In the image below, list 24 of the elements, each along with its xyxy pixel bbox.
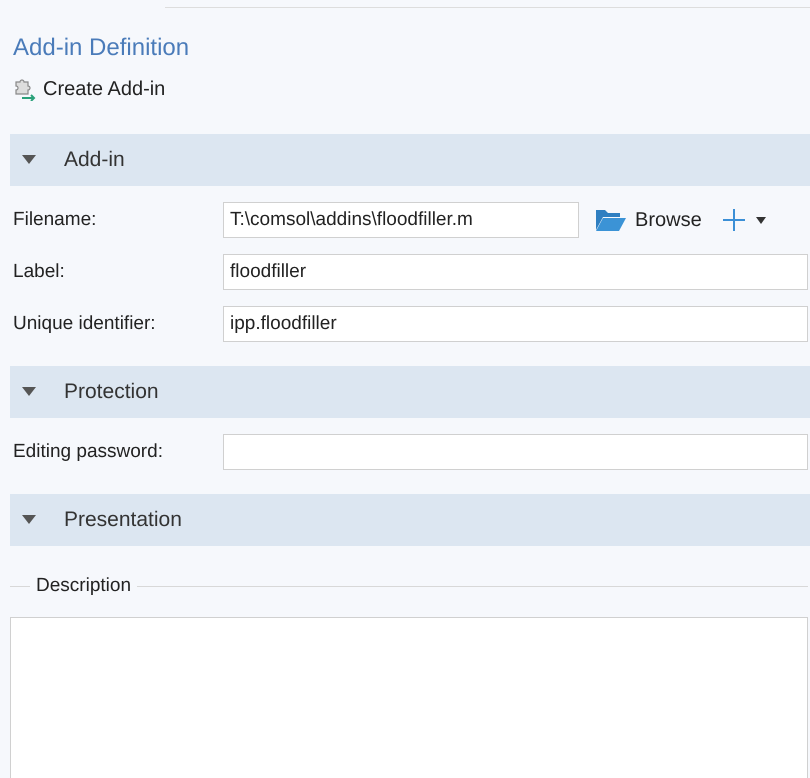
folder-icon xyxy=(595,208,627,232)
section-header[interactable]: Presentation xyxy=(10,494,810,546)
password-field[interactable] xyxy=(223,434,808,470)
panel-title: Add-in Definition xyxy=(13,33,190,63)
group-legend: Description xyxy=(36,572,132,600)
field-label: Filename: xyxy=(13,208,98,232)
plus-icon xyxy=(722,208,746,232)
caret-icon xyxy=(756,216,766,224)
triangle-icon xyxy=(22,387,36,397)
create-add-in-button[interactable]: Create Add-in xyxy=(0,74,166,104)
description-field[interactable] xyxy=(10,616,808,778)
puzzle-arrow-icon xyxy=(13,77,37,101)
add-dropdown-button[interactable] xyxy=(722,208,766,232)
input-field[interactable]: ipp.floodfiller xyxy=(223,306,808,342)
browse-button[interactable]: Browse xyxy=(595,205,702,235)
field-label: Editing password: xyxy=(13,440,164,464)
field-label: Label: xyxy=(13,260,66,284)
triangle-icon xyxy=(22,515,36,525)
triangle-icon xyxy=(22,155,36,165)
input-field[interactable]: floodfiller xyxy=(223,254,808,290)
field-label: Unique identifier: xyxy=(13,312,157,336)
section-header[interactable]: Add-in xyxy=(10,134,810,186)
input-field[interactable]: T:\comsol\addins\floodfiller.m xyxy=(223,202,579,238)
section-header[interactable]: Protection xyxy=(10,366,810,418)
